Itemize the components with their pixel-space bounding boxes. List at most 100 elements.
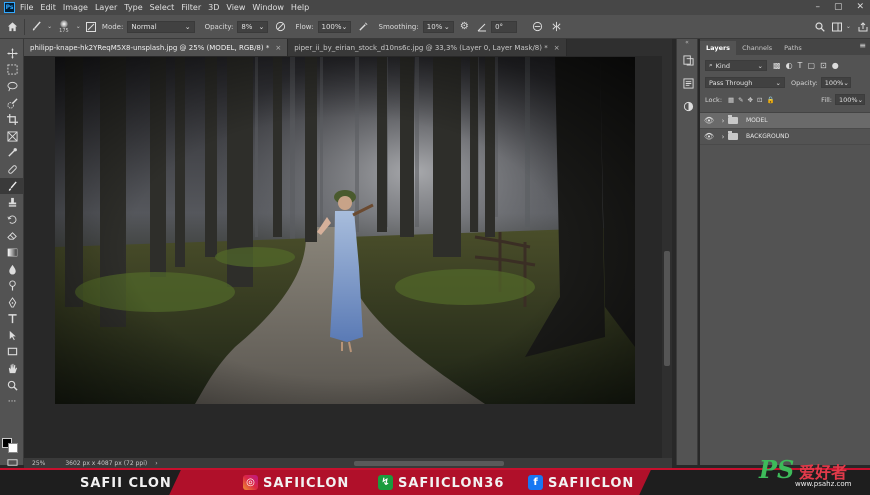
- eyedropper-tool-icon[interactable]: [0, 145, 24, 162]
- close-icon[interactable]: ×: [275, 44, 281, 52]
- quick-selection-tool-icon[interactable]: [0, 95, 24, 112]
- brush-tool-icon[interactable]: [0, 177, 24, 195]
- blur-tool-icon[interactable]: [0, 261, 24, 278]
- eye-icon[interactable]: 👁: [700, 116, 718, 125]
- airbrush-icon[interactable]: [357, 19, 370, 35]
- pen-tool-icon[interactable]: [0, 294, 24, 311]
- type-filter-icon[interactable]: T: [798, 61, 803, 70]
- tab-paths[interactable]: Paths: [778, 41, 808, 55]
- zoom-level[interactable]: 25%: [32, 460, 45, 467]
- history-brush-tool-icon[interactable]: [0, 211, 24, 228]
- brush-tool-icon[interactable]: [30, 19, 43, 35]
- lock-icons[interactable]: ▦✎✥⊡🔒: [728, 96, 779, 104]
- layer-model[interactable]: 👁 › MODEL: [700, 113, 870, 129]
- menu-3d[interactable]: 3D: [208, 3, 219, 12]
- dodge-tool-icon[interactable]: [0, 277, 24, 294]
- type-tool-icon[interactable]: [0, 311, 24, 328]
- expand-panels-icon[interactable]: «: [677, 39, 697, 47]
- pressure-opacity-icon[interactable]: [274, 19, 287, 35]
- minimize-button[interactable]: –: [815, 2, 820, 12]
- chevron-right-icon[interactable]: ›: [718, 133, 728, 141]
- marquee-tool-icon[interactable]: [0, 62, 24, 79]
- workspace-icon[interactable]: [831, 19, 844, 35]
- zoom-tool-icon[interactable]: [0, 377, 24, 394]
- panel-menu-icon[interactable]: ≡: [859, 41, 866, 55]
- menu-view[interactable]: View: [226, 3, 245, 12]
- kind-filter-select[interactable]: ⌕ Kind ⌄: [705, 60, 767, 71]
- menu-layer[interactable]: Layer: [95, 3, 117, 12]
- smoothing-field[interactable]: 10% ⌄: [422, 20, 454, 33]
- move-tool-icon[interactable]: [0, 45, 24, 62]
- mode-label: Mode:: [101, 22, 124, 31]
- lock-row: Lock: ▦✎✥⊡🔒 Fill: 100% ⌄: [700, 91, 870, 108]
- menu-edit[interactable]: Edit: [40, 3, 56, 12]
- tab-channels[interactable]: Channels: [736, 41, 778, 55]
- eraser-tool-icon[interactable]: [0, 228, 24, 245]
- properties-panel-icon[interactable]: [678, 73, 698, 93]
- fill-field[interactable]: 100% ⌄: [835, 94, 865, 105]
- tool-preset-dropdown[interactable]: ⌄: [47, 23, 52, 30]
- flow-field[interactable]: 100% ⌄: [317, 20, 352, 33]
- edit-toolbar-icon[interactable]: [0, 457, 24, 467]
- workspace-dropdown[interactable]: ⌄: [846, 23, 851, 30]
- history-panel-icon[interactable]: [678, 50, 698, 70]
- gear-icon[interactable]: ⚙: [458, 19, 471, 35]
- menu-image[interactable]: Image: [63, 3, 88, 12]
- background-color-swatch[interactable]: [8, 443, 18, 453]
- adjustment-filter-icon[interactable]: ◐: [786, 61, 793, 70]
- opacity-field[interactable]: 8% ⌄: [237, 20, 269, 33]
- vertical-scrollbar[interactable]: [662, 56, 672, 458]
- layer-opacity-field[interactable]: 100% ⌄: [820, 77, 851, 88]
- blend-mode-select[interactable]: Pass Through ⌄: [705, 77, 785, 88]
- mode-select[interactable]: Normal ⌄: [127, 20, 195, 33]
- share-icon[interactable]: [857, 19, 870, 35]
- menu-file[interactable]: File: [20, 3, 33, 12]
- close-icon[interactable]: ×: [554, 44, 560, 52]
- angle-field[interactable]: 0°: [491, 20, 518, 33]
- gradient-tool-icon[interactable]: [0, 244, 24, 261]
- document-image[interactable]: [55, 57, 635, 404]
- tab-layers[interactable]: Layers: [700, 41, 737, 55]
- menu-window[interactable]: Window: [252, 3, 284, 12]
- symmetry-icon[interactable]: [550, 19, 563, 35]
- brush-settings-icon[interactable]: [85, 19, 98, 35]
- filter-toggle-icon[interactable]: ●: [832, 61, 839, 70]
- pixel-filter-icon[interactable]: ▩: [773, 61, 781, 70]
- watermark: PS 爱好者 www.psahz.com: [755, 455, 867, 493]
- angle-value: 0°: [495, 22, 504, 31]
- scrollbar-thumb[interactable]: [664, 251, 670, 366]
- status-menu-arrow-icon[interactable]: ›: [155, 460, 157, 467]
- layer-background[interactable]: 👁 › BACKGROUND: [700, 129, 870, 145]
- path-selection-tool-icon[interactable]: [0, 327, 24, 344]
- home-icon[interactable]: [6, 19, 19, 35]
- tab-document-1[interactable]: philipp-knape-hk2YReqM5X8-unsplash.jpg @…: [24, 39, 289, 56]
- maximize-button[interactable]: ▢: [834, 2, 843, 12]
- menu-help[interactable]: Help: [291, 3, 309, 12]
- brush-preset-dropdown[interactable]: ⌄: [76, 23, 81, 30]
- adjustments-panel-icon[interactable]: [678, 96, 698, 116]
- more-tools-icon[interactable]: ···: [0, 393, 24, 410]
- blend-mode-value: Pass Through: [709, 78, 753, 87]
- frame-tool-icon[interactable]: [0, 128, 24, 145]
- canvas-area[interactable]: [24, 56, 662, 458]
- eye-icon[interactable]: 👁: [700, 132, 718, 141]
- shape-filter-icon[interactable]: ▢: [807, 61, 815, 70]
- crop-tool-icon[interactable]: [0, 111, 24, 128]
- clone-stamp-tool-icon[interactable]: [0, 194, 24, 211]
- rectangle-tool-icon[interactable]: [0, 344, 24, 361]
- hand-tool-icon[interactable]: [0, 360, 24, 377]
- lasso-tool-icon[interactable]: [0, 78, 24, 95]
- pressure-size-icon[interactable]: [531, 19, 544, 35]
- search-icon[interactable]: [814, 19, 827, 35]
- menu-select[interactable]: Select: [150, 3, 175, 12]
- healing-brush-tool-icon[interactable]: [0, 161, 24, 178]
- close-button[interactable]: ✕: [856, 2, 864, 12]
- smart-object-filter-icon[interactable]: ⊡: [820, 61, 827, 70]
- menu-filter[interactable]: Filter: [181, 3, 201, 12]
- chevron-right-icon[interactable]: ›: [718, 117, 728, 125]
- menu-type[interactable]: Type: [124, 3, 142, 12]
- brush-preset-picker[interactable]: 175: [59, 19, 69, 34]
- watermark-url: www.psahz.com: [795, 480, 852, 488]
- tab-document-2[interactable]: piper_ii_by_eirian_stock_d10ns6c.jpg @ 3…: [288, 39, 567, 56]
- horizontal-scrollbar-thumb[interactable]: [354, 461, 504, 466]
